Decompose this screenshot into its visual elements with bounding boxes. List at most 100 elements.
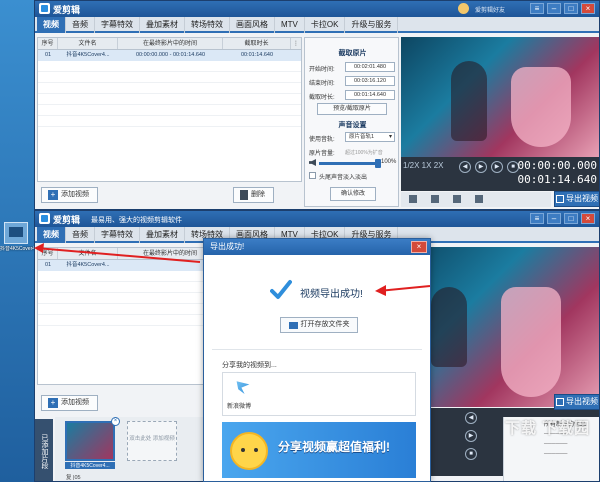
sun-mascot-icon [230,432,268,470]
dialog-title: 导出成功! [210,242,245,251]
menu-button[interactable]: ≡ [530,3,544,14]
add-video-button[interactable]: + 添加视频 [41,187,98,203]
remove-clip-icon[interactable]: × [111,417,120,426]
clip-thumbnail[interactable] [65,421,115,461]
preview-clip-button[interactable]: 预览/截取原片 [317,103,387,115]
audio-track-select[interactable]: 原片音轨1 [345,132,395,142]
user-avatar[interactable] [458,3,469,14]
fade-checkbox[interactable] [309,172,316,179]
success-message: 视频导出成功! [300,289,363,300]
play-icon[interactable]: ▶ [465,430,477,442]
folder-icon [288,321,298,329]
video-figure [501,287,561,397]
export-video-button[interactable]: 导出视频 [554,394,599,410]
desktop-background: 抖音4K5Cover4 [0,0,34,482]
col-more[interactable]: ⋮ [291,38,301,49]
weibo-label[interactable]: 新浪微博 [227,401,251,410]
video-preview[interactable] [401,37,599,157]
prev-frame-icon[interactable]: ◀ [465,412,477,424]
video-figure [431,287,467,367]
app-name: 爱剪辑 [53,215,81,225]
added-clips-label: 已添加片段 [35,419,53,481]
minimize-button[interactable]: – [547,213,561,224]
app-name: 爱剪辑 [53,5,81,15]
desktop-file-label: 抖音4K5Cover4 [0,246,34,252]
video-file-icon[interactable] [4,222,28,244]
share-label: 分享我的视频到... [222,362,277,369]
share-options: 新浪微博 [222,372,416,416]
current-time: 00:00:00.000 [517,159,597,172]
video-figure [511,67,571,147]
dialog-title-bar: 导出成功! × [204,239,430,255]
start-time-field[interactable]: 00:02:01.480 [345,62,395,72]
col-file: 文件名 [58,38,118,49]
user-name[interactable]: 爱剪辑好友 [475,5,505,14]
duration-field[interactable]: 00:01:14.640 [345,90,395,100]
stop-icon[interactable]: ■ [465,448,477,460]
clip-list-header: 序号 文件名 在最终影片中的时间 截取时长 ⋮ [38,38,301,50]
title-bar: 爱剪辑 最易用、强大的视频剪辑软件 ≡ – □ × [35,211,599,227]
speed-selector[interactable]: 1/2X 1X 2X [403,161,443,170]
clip-list: 序号 文件名 在最终影片中的时间 截取时长 ⋮ 01 抖音4K5Cover4..… [37,37,302,182]
promo-banner-text: 分享视频赢超值福利! [278,440,390,454]
cut-icon[interactable] [475,195,483,203]
play-icon[interactable]: ▶ [475,161,487,173]
timeline-thumbnails: × 抖音4K5Cover4... 复 |05 双击此处 添加视频 [55,417,205,481]
folder-icon[interactable] [431,195,439,203]
export-video-button[interactable]: 导出视频 [554,191,599,207]
tool-strip [401,192,551,207]
app-logo-icon [39,3,50,14]
add-video-button[interactable]: + 添加视频 [41,395,98,411]
tab-style[interactable]: 画面风格 [230,17,275,33]
tab-subtitle[interactable]: 字幕特效 [95,227,140,243]
tab-overlay[interactable]: 叠加素材 [140,17,185,33]
tab-overlay[interactable]: 叠加素材 [140,227,185,243]
dialog-close-button[interactable]: × [411,241,427,253]
tab-audio[interactable]: 音频 [66,17,95,33]
promo-banner[interactable]: 分享视频赢超值福利! [222,422,416,478]
minimize-button[interactable]: – [547,3,561,14]
open-folder-button[interactable]: 打开存放文件夹 [280,317,358,333]
export-success-dialog: 导出成功! × 视频导出成功! 打开存放文件夹 分享我的视频到... 新浪微博 … [203,238,431,482]
clip-section-title: 截取原片 [338,50,367,57]
menu-button[interactable]: ≡ [530,213,544,224]
watermark-text: 下载 下载园 [505,420,591,437]
clip-settings-panel: 截取原片 开始时间: 00:02:01.480 结束时间: 00:03:16.1… [304,37,399,207]
divider [212,349,422,350]
trash-icon [240,190,248,200]
maximize-button[interactable]: □ [564,213,578,224]
prev-frame-icon[interactable]: ◀ [459,161,471,173]
save-icon[interactable] [453,195,461,203]
volume-icon [309,159,316,166]
col-duration: 截取时长 [223,38,291,49]
tab-subtitle[interactable]: 字幕特效 [95,17,140,33]
close-button[interactable]: × [581,3,595,14]
delete-button[interactable]: 删除 [233,187,274,203]
clip-copy-label[interactable]: 复 |05 [66,473,81,481]
volume-slider[interactable] [319,159,381,168]
tab-transition[interactable]: 转场特效 [185,17,230,33]
export-icon [556,398,564,406]
export-icon [556,195,564,203]
tab-video[interactable]: 视频 [37,227,66,243]
tab-upgrade[interactable]: 升级与服务 [345,17,399,33]
maximize-button[interactable]: □ [564,3,578,14]
tab-mtv[interactable]: MTV [275,17,305,33]
audio-section-title: 声音设置 [338,122,367,129]
total-time: 00:01:14.640 [517,173,597,186]
col-index: 序号 [38,38,58,49]
table-row[interactable]: 01 抖音4K5Cover4... 00:00:00.000 - 00:01:1… [38,50,301,61]
end-time-field[interactable]: 00:03:16.120 [345,76,395,86]
main-tabs: 视频 音频 字幕特效 叠加素材 转场特效 画面风格 MTV 卡拉OK 升级与服务 [35,17,599,33]
next-frame-icon[interactable]: ▶ [491,161,503,173]
confirm-button[interactable]: 确认修改 [330,187,376,201]
camera-icon[interactable] [409,195,417,203]
editor-window-back: 爱剪辑 爱剪辑好友 ≡ – □ × 视频 音频 字幕特效 叠加素材 转场特效 画… [34,0,600,210]
tab-audio[interactable]: 音频 [66,227,95,243]
weibo-icon[interactable] [236,381,250,394]
tab-karaoke[interactable]: 卡拉OK [305,17,346,33]
tab-video[interactable]: 视频 [37,17,66,33]
close-button[interactable]: × [581,213,595,224]
add-clip-slot[interactable]: 双击此处 添加视频 [127,421,177,461]
title-bar: 爱剪辑 爱剪辑好友 ≡ – □ × [35,1,599,17]
